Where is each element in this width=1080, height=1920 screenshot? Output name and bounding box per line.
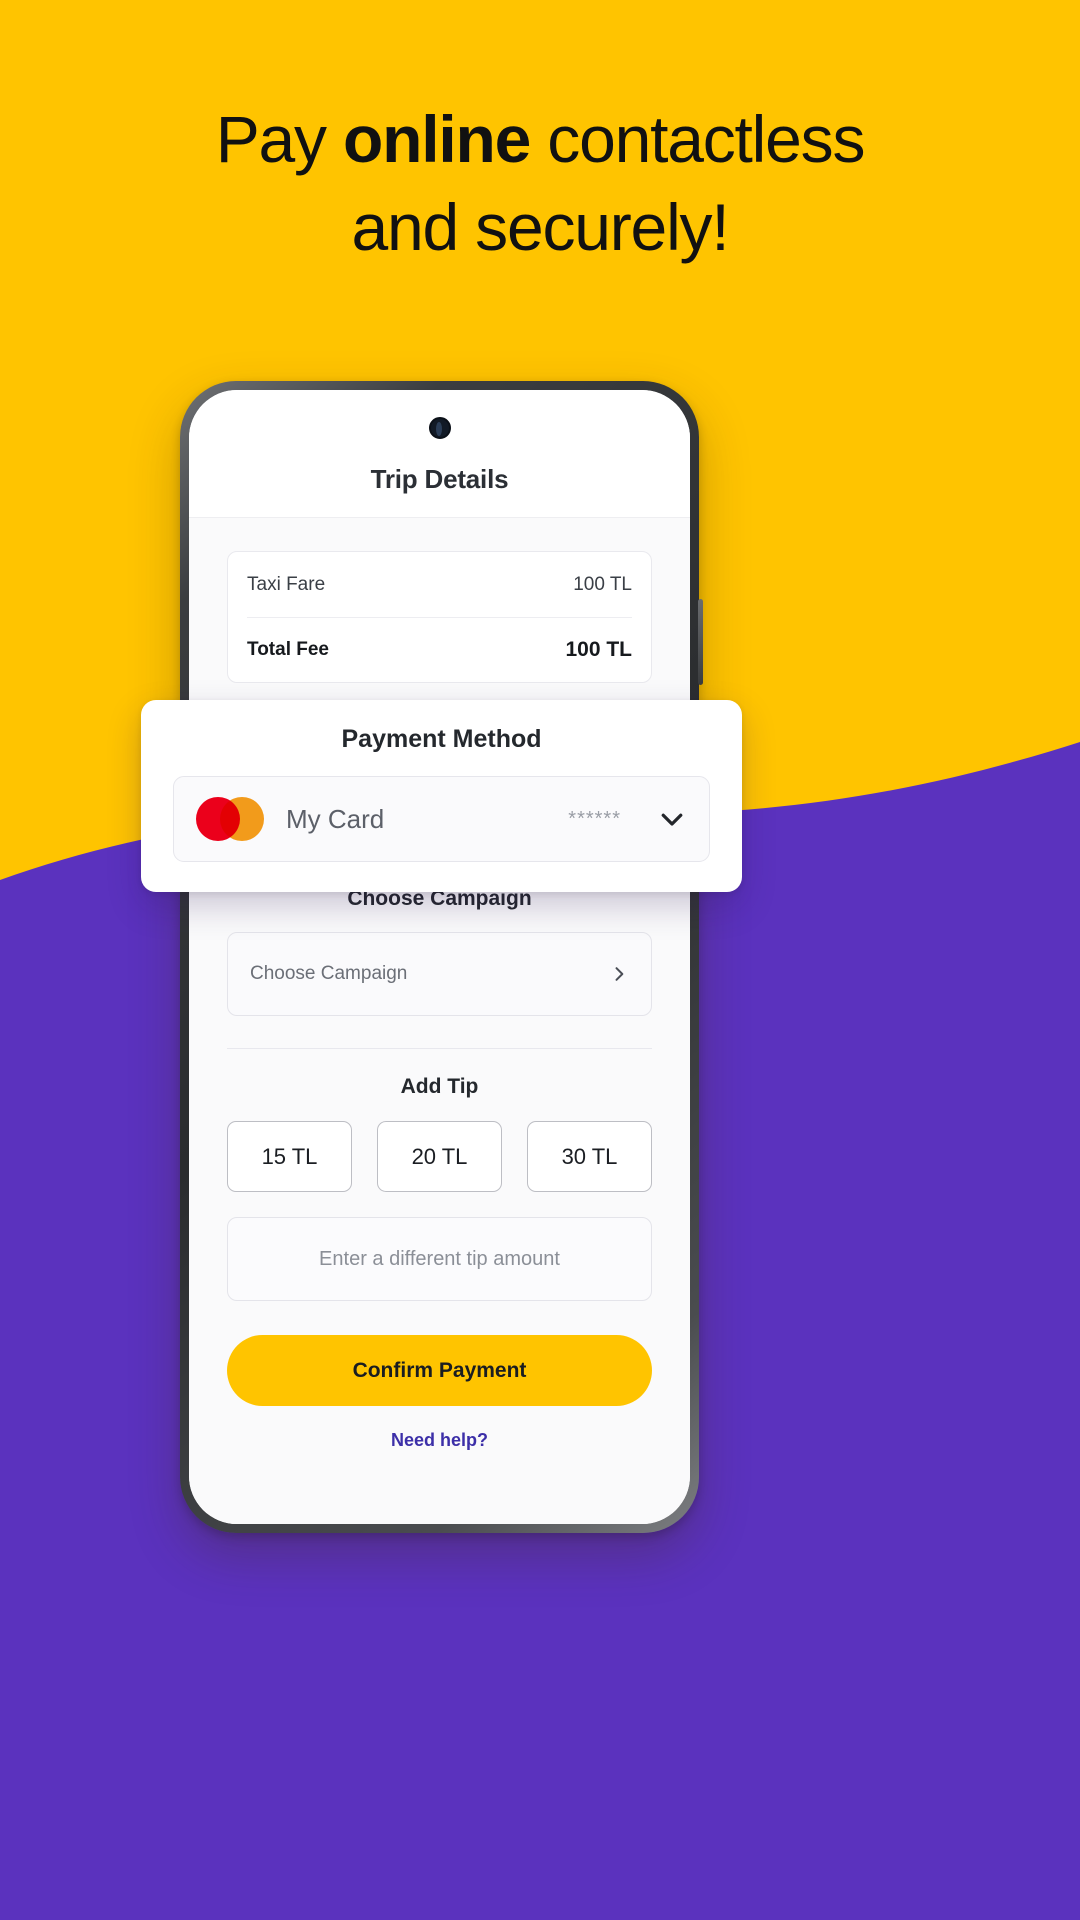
payment-method-card: Payment Method My Card ****** xyxy=(141,700,742,892)
phone-mockup: Trip Details Taxi Fare 100 TL Total Fee … xyxy=(180,381,703,1533)
fare-value: 100 TL xyxy=(565,638,632,661)
headline-line-2: and securely! xyxy=(351,189,730,264)
payment-method-selector[interactable]: My Card ****** xyxy=(173,776,710,862)
need-help-link[interactable]: Need help? xyxy=(227,1430,652,1451)
fare-label: Total Fee xyxy=(247,639,329,660)
promo-headline: Pay online contactless and securely! xyxy=(0,96,1080,272)
payment-method-title: Payment Method xyxy=(341,725,542,753)
section-divider xyxy=(227,1048,652,1049)
custom-tip-placeholder: Enter a different tip amount xyxy=(319,1247,560,1270)
payment-card-mask: ****** xyxy=(568,807,621,830)
chevron-right-icon xyxy=(615,967,624,981)
tip-option-button[interactable]: 30 TL xyxy=(527,1121,652,1192)
headline-text-2: contactless xyxy=(530,102,865,176)
headline-text-1: Pay xyxy=(215,102,343,176)
confirm-payment-button[interactable]: Confirm Payment xyxy=(227,1335,652,1406)
table-row: Taxi Fare 100 TL xyxy=(247,552,632,617)
chevron-down-icon[interactable] xyxy=(657,804,687,834)
promo-screenshot: Pay online contactless and securely! Tri… xyxy=(0,0,1080,1920)
mastercard-icon xyxy=(196,797,264,841)
page-title: Trip Details xyxy=(370,464,509,494)
headline-line-1: Pay online contactless xyxy=(0,96,1080,184)
app-body: Taxi Fare 100 TL Total Fee 100 TL Choose… xyxy=(189,517,690,1524)
app-header: Trip Details xyxy=(189,390,690,517)
payment-card-name: My Card xyxy=(286,803,385,834)
phone-screen: Trip Details Taxi Fare 100 TL Total Fee … xyxy=(189,390,690,1524)
tip-option-button[interactable]: 20 TL xyxy=(377,1121,502,1192)
tip-options: 15 TL 20 TL 30 TL xyxy=(227,1121,652,1192)
choose-campaign-placeholder: Choose Campaign xyxy=(250,963,408,984)
headline-text-bold: online xyxy=(343,102,531,176)
fare-summary-card: Taxi Fare 100 TL Total Fee 100 TL xyxy=(227,551,652,683)
fare-value: 100 TL xyxy=(573,573,632,595)
table-row: Total Fee 100 TL xyxy=(247,617,632,682)
choose-campaign-field[interactable]: Choose Campaign xyxy=(227,932,652,1016)
tip-option-button[interactable]: 15 TL xyxy=(227,1121,352,1192)
fare-label: Taxi Fare xyxy=(247,573,326,595)
tip-section-title: Add Tip xyxy=(400,1075,479,1098)
front-camera-icon xyxy=(428,417,451,439)
custom-tip-input[interactable]: Enter a different tip amount xyxy=(227,1217,652,1301)
